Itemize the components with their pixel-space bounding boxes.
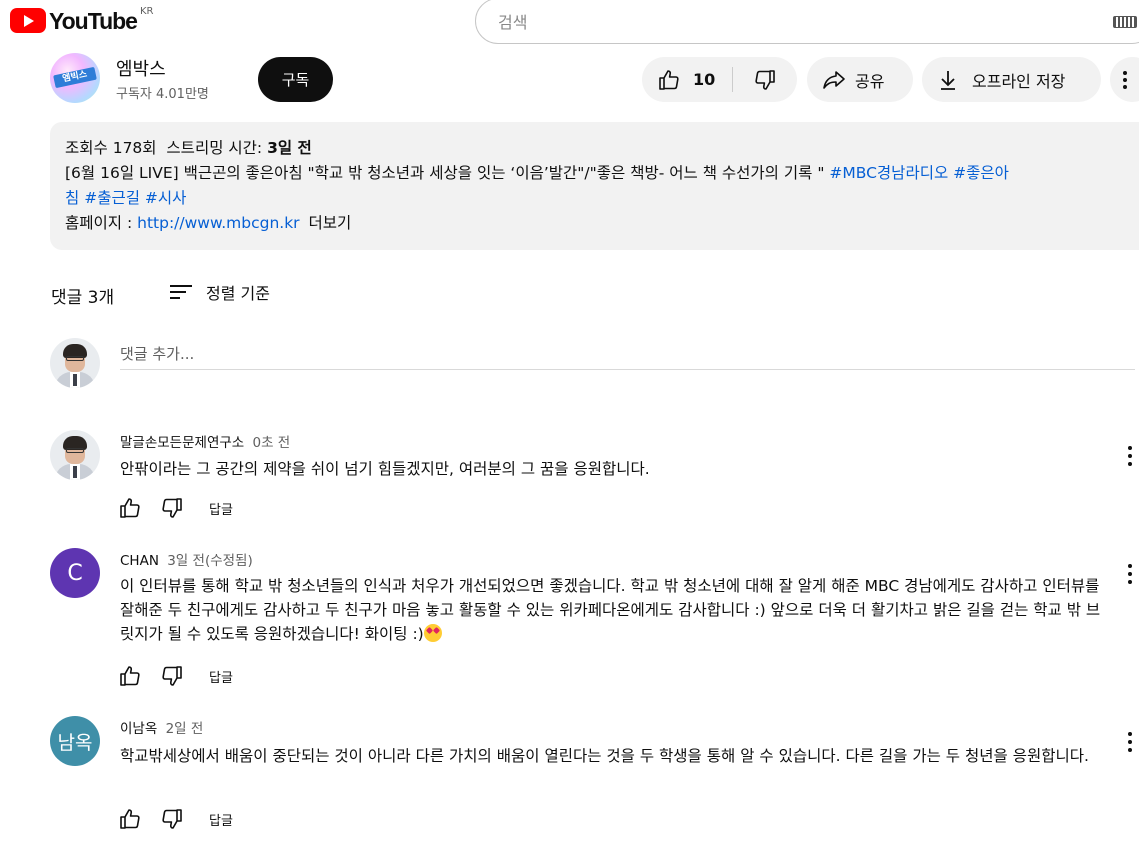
- avatar-letter: 남옥: [57, 731, 93, 754]
- comment-menu-icon[interactable]: [1124, 730, 1136, 754]
- comment-menu-icon[interactable]: [1124, 562, 1136, 586]
- share-icon: [823, 70, 845, 89]
- channel-avatar-ribbon: 엠빅스: [53, 66, 97, 89]
- download-label: 오프라인 저장: [972, 71, 1066, 91]
- comment-text: 이 인터뷰를 통해 학교 밖 청소년들의 인식과 처우가 개선되었으면 좋겠습니…: [120, 574, 1105, 646]
- homepage-link[interactable]: http://www.mbcgn.kr: [137, 214, 299, 232]
- show-more-link[interactable]: 더보기: [308, 214, 351, 232]
- description-stats: 조회수 178회 스트리밍 시간: 3일 전: [65, 136, 1139, 161]
- comment-author: 이남옥 2일 전: [120, 717, 203, 737]
- avatar-letter: C: [67, 560, 83, 586]
- comment-author: CHAN 3일 전(수정됨): [120, 549, 253, 569]
- thumbs-down-icon[interactable]: [160, 664, 184, 688]
- youtube-watch-page: YouTube KR 검색 엠빅스 엠박스 구독자 4.01만명 구독 10 공…: [0, 0, 1139, 856]
- comment-author-avatar[interactable]: 남옥: [50, 716, 100, 766]
- like-count: 10: [693, 70, 716, 89]
- hashtag-link[interactable]: #MBC경남라디오: [829, 164, 948, 182]
- youtube-logo[interactable]: YouTube KR: [10, 6, 153, 36]
- share-button[interactable]: 공유: [807, 57, 913, 102]
- thumbs-up-icon[interactable]: [118, 496, 142, 520]
- share-label: 공유: [855, 71, 885, 91]
- homepage-label: 홈페이지 :: [65, 214, 138, 232]
- comment-author-name[interactable]: 이남옥: [120, 721, 157, 737]
- description-line-2: 침 #출근길 #시사: [65, 186, 1139, 211]
- hashtag-link[interactable]: #좋은아: [953, 164, 1009, 182]
- avatar-letter-circle: 남옥: [50, 716, 100, 766]
- hashtag-link[interactable]: #출근길: [84, 189, 140, 207]
- comment-menu-icon[interactable]: [1124, 444, 1136, 468]
- search-placeholder: 검색: [498, 13, 528, 32]
- comment-actions: 답글: [118, 807, 233, 831]
- more-vert-icon: [1123, 70, 1127, 89]
- add-comment-underline: [120, 369, 1135, 370]
- channel-avatar-logo-text: 엠빅스: [61, 69, 89, 85]
- comment-text: 안팎이라는 그 공간의 제약을 쉬이 넘기 힘들겠지만, 여러분의 그 꿈을 응…: [120, 460, 650, 478]
- description-line-3: 홈페이지 : http://www.mbcgn.kr 더보기: [65, 211, 1139, 236]
- dislike-button[interactable]: [733, 57, 797, 102]
- reply-button[interactable]: 답글: [209, 810, 233, 829]
- comment-author-avatar[interactable]: C: [50, 548, 100, 598]
- add-comment-input[interactable]: 댓글 추가...: [120, 343, 194, 364]
- logo-text: YouTube: [49, 8, 138, 34]
- reply-button[interactable]: 답글: [209, 499, 233, 518]
- youtube-play-icon: [10, 8, 46, 33]
- my-avatar: [50, 338, 100, 388]
- subscribe-button[interactable]: 구독: [258, 57, 333, 102]
- thumbs-up-icon: [659, 69, 679, 90]
- thumbs-down-icon[interactable]: [160, 807, 184, 831]
- download-button[interactable]: 오프라인 저장: [922, 57, 1101, 102]
- sort-comments-button[interactable]: 정렬 기준: [170, 280, 270, 304]
- description-line-1: [6월 16일 LIVE] 백근곤의 좋은아침 "학교 밖 청소년과 세상을 잇…: [65, 161, 1139, 186]
- comment-text: 학교밖세상에서 배움이 중단되는 것이 아니라 다른 가치의 배움이 열린다는 …: [120, 747, 1089, 765]
- hashtag-link[interactable]: 침: [65, 189, 79, 207]
- thumbs-up-icon[interactable]: [118, 664, 142, 688]
- comment-author-name[interactable]: 말글손모든문제연구소: [120, 435, 244, 451]
- avatar-letter-circle: C: [50, 548, 100, 598]
- like-dislike-group: 10: [642, 57, 797, 102]
- comment-author-name[interactable]: CHAN: [120, 553, 159, 569]
- comment-text-body: 이 인터뷰를 통해 학교 밖 청소년들의 인식과 처우가 개선되었으면 좋겠습니…: [120, 577, 1101, 643]
- thumbs-up-icon[interactable]: [118, 807, 142, 831]
- comment-time[interactable]: 2일 전: [166, 721, 204, 737]
- thumbs-down-icon[interactable]: [160, 496, 184, 520]
- comment-author: 말글손모든문제연구소 0초 전: [120, 431, 290, 451]
- comment-time[interactable]: 0초 전: [253, 435, 291, 451]
- view-count: 조회수 178회: [65, 139, 157, 157]
- country-code: KR: [139, 6, 154, 17]
- subscriber-count: 구독자 4.01만명: [116, 87, 209, 102]
- channel-avatar[interactable]: 엠빅스: [50, 53, 100, 103]
- comment-time[interactable]: 3일 전(수정됨): [167, 553, 253, 569]
- sort-icon: [170, 284, 192, 300]
- video-description[interactable]: 조회수 178회 스트리밍 시간: 3일 전 [6월 16일 LIVE] 백근곤…: [50, 122, 1139, 250]
- description-title-text: [6월 16일 LIVE] 백근곤의 좋은아침 "학교 밖 청소년과 세상을 잇…: [65, 164, 830, 182]
- hashtag-link[interactable]: #시사: [145, 189, 187, 207]
- channel-name[interactable]: 엠박스: [116, 55, 166, 81]
- comment-author-avatar[interactable]: [50, 430, 100, 480]
- more-actions-button[interactable]: [1110, 57, 1139, 102]
- sort-label: 정렬 기준: [206, 284, 270, 303]
- comment-actions: 답글: [118, 664, 233, 688]
- star-struck-emoji-icon: [423, 624, 442, 642]
- keyboard-icon[interactable]: [1113, 16, 1137, 28]
- thumbs-down-icon: [755, 69, 775, 90]
- search-input[interactable]: 검색: [475, 0, 1139, 44]
- reply-button[interactable]: 답글: [209, 667, 233, 686]
- comments-count: 댓글 3개: [51, 288, 115, 308]
- like-button[interactable]: 10: [642, 57, 732, 102]
- comment-actions: 답글: [118, 496, 233, 520]
- download-icon: [941, 70, 955, 90]
- streaming-label: 스트리밍 시간:: [166, 139, 263, 157]
- streaming-time: 3일 전: [267, 139, 312, 157]
